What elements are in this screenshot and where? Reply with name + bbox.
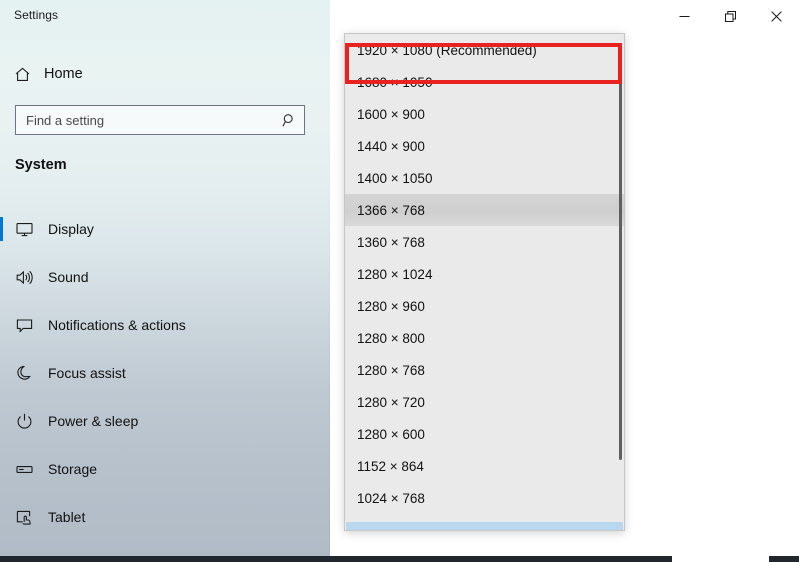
sidebar-item-power-sleep[interactable]: Power & sleep (0, 397, 330, 445)
sidebar-item-tablet[interactable]: Tablet (0, 493, 330, 541)
bottom-strip-left (0, 556, 672, 562)
resolution-option-label: 1280 × 600 (357, 426, 425, 442)
resolution-option[interactable]: 1600 × 900 (345, 98, 624, 130)
resolution-option-label: 1280 × 768 (357, 362, 425, 378)
resolution-option-label: 1680 × 1050 (357, 74, 433, 90)
sidebar-item-sound[interactable]: Sound (0, 253, 330, 301)
resolution-option-label: 1280 × 1024 (357, 266, 433, 282)
restore-button[interactable] (707, 0, 753, 32)
resolution-option-label: 1152 × 864 (357, 458, 424, 474)
bottom-edge-strip (0, 556, 799, 562)
page-title: System (15, 157, 67, 173)
resolution-option-label: 1280 × 720 (357, 394, 425, 410)
sidebar-item-focus-assist[interactable]: Focus assist (0, 349, 330, 397)
sidebar-item-home-label: Home (44, 66, 83, 82)
bottom-strip-right (769, 556, 799, 562)
home-icon (0, 66, 44, 83)
monitor-icon (0, 220, 48, 239)
sidebar-item-storage[interactable]: Storage (0, 445, 330, 493)
resolution-option[interactable]: 1366 × 768 (345, 194, 624, 226)
drive-icon (0, 460, 48, 479)
resolution-option-label: 1400 × 1050 (357, 170, 433, 186)
resolution-option-label: 1360 × 768 (357, 234, 425, 250)
close-button[interactable] (753, 0, 799, 32)
sidebar-item-display[interactable]: Display (0, 205, 330, 253)
resolution-option[interactable]: 1280 × 960 (345, 290, 624, 322)
resolution-option[interactable]: 1280 × 768 (345, 354, 624, 386)
tablet-hand-icon (0, 508, 48, 527)
search-box[interactable] (15, 105, 305, 135)
search-input[interactable] (16, 112, 274, 128)
resolution-option[interactable]: 1152 × 864 (345, 450, 624, 482)
window-title: Settings (14, 8, 59, 22)
sidebar-nav-list: Display Sound Notifications & actions Fo… (0, 205, 330, 562)
resolution-option[interactable]: 1024 × 768 (345, 482, 624, 514)
resolution-option[interactable]: 1440 × 900 (345, 130, 624, 162)
resolution-option-label: 1920 × 1080 (Recommended) (357, 42, 537, 58)
window-caption-buttons (661, 0, 799, 32)
resolution-option[interactable]: 1280 × 720 (345, 386, 624, 418)
resolution-option-label: 1280 × 960 (357, 298, 425, 314)
sidebar-item-home[interactable]: Home (0, 58, 330, 90)
sidebar-item-tablet-label: Tablet (48, 509, 86, 525)
selection-indicator (0, 217, 3, 241)
minimize-button[interactable] (661, 0, 707, 32)
bottom-strip-middle (672, 556, 769, 562)
navigation-sidebar: Settings Home System (0, 0, 330, 562)
resolution-option-label: 1280 × 800 (357, 330, 425, 346)
sidebar-item-focus-assist-label: Focus assist (48, 365, 126, 381)
resolution-option-label: 1366 × 768 (357, 202, 425, 218)
resolution-option[interactable]: 1360 × 768 (345, 226, 624, 258)
sidebar-item-storage-label: Storage (48, 461, 98, 477)
resolution-option-label: 1600 × 900 (357, 106, 425, 122)
dropdown-bottom-accent (346, 522, 623, 530)
resolution-option[interactable]: 1280 × 600 (345, 418, 624, 450)
resolution-option-label: 1024 × 768 (357, 490, 425, 506)
sidebar-item-notifications-actions[interactable]: Notifications & actions (0, 301, 330, 349)
moon-icon (0, 364, 48, 383)
speaker-icon (0, 268, 48, 287)
resolution-option[interactable]: 1680 × 1050 (345, 66, 624, 98)
resolution-option[interactable]: 1280 × 800 (345, 322, 624, 354)
sidebar-item-sound-label: Sound (48, 269, 89, 285)
search-icon[interactable] (274, 113, 304, 128)
resolution-option[interactable]: 1920 × 1080 (Recommended) (345, 34, 624, 66)
sidebar-item-display-label: Display (48, 221, 94, 237)
settings-window: Settings Home System (0, 0, 799, 562)
resolution-option[interactable]: 1400 × 1050 (345, 162, 624, 194)
resolution-option-list: 1920 × 1080 (Recommended) 1680 × 1050 1600… (345, 34, 624, 530)
resolution-option-label: 1440 × 900 (357, 138, 425, 154)
resolution-option[interactable]: 1280 × 1024 (345, 258, 624, 290)
sidebar-item-power-sleep-label: Power & sleep (48, 413, 139, 429)
display-resolution-dropdown[interactable]: 1920 × 1080 (Recommended) 1680 × 1050 1600… (344, 33, 625, 531)
dropdown-scrollbar-thumb[interactable] (619, 50, 622, 460)
power-icon (0, 412, 48, 431)
dropdown-scrollbar[interactable] (619, 38, 622, 508)
sidebar-item-notifications-actions-label: Notifications & actions (48, 317, 186, 333)
notification-balloon-icon (0, 316, 48, 335)
